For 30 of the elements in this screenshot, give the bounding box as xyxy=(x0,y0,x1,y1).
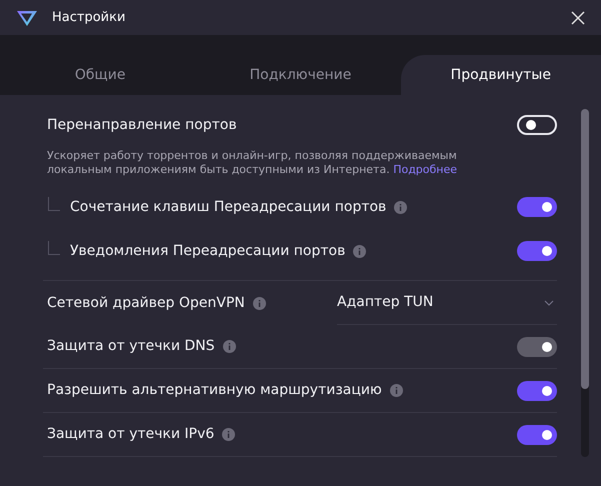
tree-connector xyxy=(48,197,60,211)
toggle-switch[interactable] xyxy=(517,241,557,261)
toggle-switch[interactable] xyxy=(517,115,557,135)
close-icon[interactable] xyxy=(569,8,587,26)
tab[interactable]: Подключение xyxy=(200,55,401,95)
setting-label: Защита от утечки IPv6 xyxy=(47,425,214,444)
setting-label: Сетевой драйвер OpenVPN xyxy=(47,294,245,312)
setting-label: Уведомления Переадресации портов xyxy=(70,242,346,260)
setting-label: Сочетание клавиш Переадресации портов xyxy=(70,198,386,216)
toggle-switch[interactable] xyxy=(517,197,557,217)
info-icon[interactable] xyxy=(252,296,266,310)
info-icon[interactable] xyxy=(394,200,408,214)
more-link[interactable]: Подробнее xyxy=(393,163,458,176)
window-title: Настройки xyxy=(52,8,126,27)
toggle-switch[interactable] xyxy=(517,424,557,444)
chevron-down-icon xyxy=(544,300,554,306)
tab[interactable]: Продвинутые xyxy=(400,55,601,95)
info-icon[interactable] xyxy=(353,244,366,258)
info-icon[interactable] xyxy=(222,428,236,441)
tree-connector xyxy=(48,241,60,255)
toggle-switch[interactable] xyxy=(517,380,557,400)
tab[interactable]: Общие xyxy=(0,55,200,95)
driver-dropdown[interactable]: Адаптер TUN xyxy=(337,282,557,324)
description-text: Ускоряет работу торрентов и онлайн-игр, позволяя поддерживаемым локальным приложениям быть доступными из Интернета. Подробнее xyxy=(47,149,458,177)
app-logo-icon xyxy=(16,8,38,26)
setting-label: Защита от утечки DNS xyxy=(47,337,215,356)
info-icon[interactable] xyxy=(390,384,403,397)
setting-label: Перенаправление портов xyxy=(47,116,237,134)
setting-label: Разрешить альтернативную маршрутизацию xyxy=(47,381,382,400)
scrollbar[interactable] xyxy=(581,109,589,457)
